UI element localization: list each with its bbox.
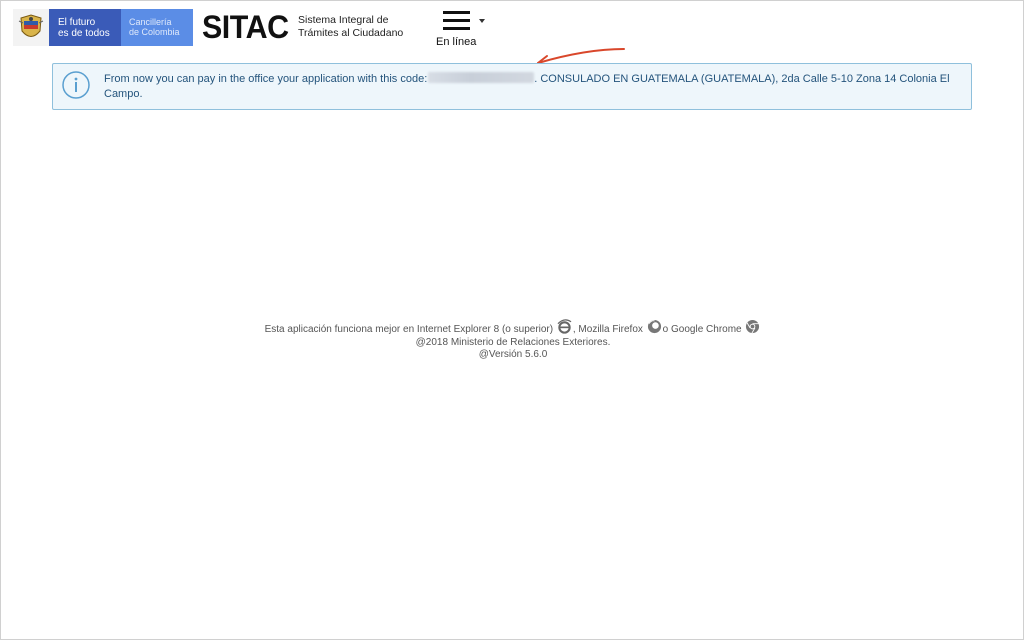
online-menu-button[interactable]: En línea	[433, 9, 493, 49]
firefox-icon	[647, 319, 661, 334]
online-menu-label: En línea	[436, 36, 477, 48]
gov-logo[interactable]: El futuro es de todos Cancillería de Col…	[13, 9, 193, 46]
browser-text-firefox: , Mozilla Firefox	[572, 324, 643, 335]
brand-logo[interactable]: SITAC	[202, 11, 289, 43]
hamburger-icon	[443, 11, 485, 30]
coat-of-arms-icon	[13, 9, 49, 46]
header: El futuro es de todos Cancillería de Col…	[13, 9, 1013, 49]
version-text: @Versión 5.6.0	[478, 349, 548, 360]
chrome-icon	[746, 319, 760, 334]
brand-subtitle: Sistema Integral de Trámites al Ciudadan…	[298, 14, 403, 40]
brand-subtitle-line1: Sistema Integral de	[298, 14, 389, 26]
gov-logo-line1: El futuro	[58, 17, 96, 28]
gov-logo-line2: es de todos	[58, 28, 110, 39]
page-frame: El futuro es de todos Cancillería de Col…	[0, 0, 1024, 640]
info-circle-icon	[62, 71, 90, 99]
copyright-text: @2018 Ministerio de Relaciones Exteriore…	[415, 336, 611, 348]
brand-subtitle-line2: Trámites al Ciudadano	[298, 27, 404, 39]
gov-logo-department: Cancillería de Colombia	[121, 9, 193, 46]
browser-recommendation: Esta aplicación funciona mejor en Intern…	[1, 319, 1024, 337]
internet-explorer-icon	[557, 319, 572, 334]
gov-dept-line1: Cancillería	[129, 17, 172, 27]
gov-logo-primary: El futuro es de todos	[49, 9, 121, 46]
payment-info-alert: From now you can pay in the office your …	[52, 63, 972, 110]
caret-down-icon	[479, 19, 485, 23]
browser-text-chrome: o Google Chrome	[662, 324, 742, 335]
gov-dept-line2: de Colombia	[129, 27, 180, 37]
alert-message-prefix: From now you can pay in the office your …	[104, 73, 428, 85]
alert-message: From now you can pay in the office your …	[104, 72, 954, 102]
footer: Esta aplicación funciona mejor en Intern…	[1, 319, 1024, 362]
application-code-redacted	[428, 72, 535, 83]
browser-text-prefix: Esta aplicación funciona mejor en Intern…	[264, 324, 554, 335]
